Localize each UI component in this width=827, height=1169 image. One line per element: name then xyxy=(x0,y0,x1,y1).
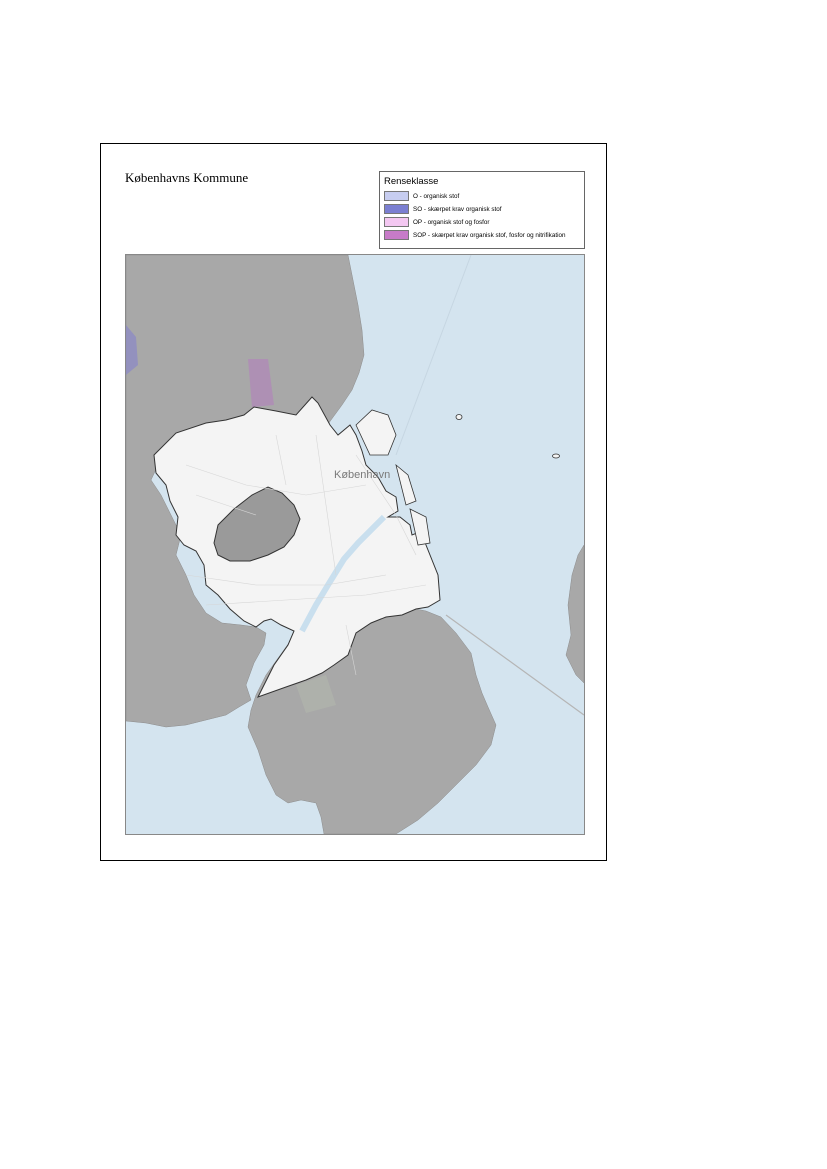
legend-label-op: OP - organisk stof og fosfor xyxy=(413,218,490,226)
map-svg: København xyxy=(126,255,584,834)
legend-swatch-op xyxy=(384,217,409,227)
legend-label-sop: SOP - skærpet krav organisk stof, fosfor… xyxy=(413,231,566,239)
legend-item-sop: SOP - skærpet krav organisk stof, fosfor… xyxy=(384,229,565,241)
legend-item-so: SO - skærpet krav organisk stof xyxy=(384,203,502,215)
map-canvas[interactable]: København xyxy=(125,254,585,835)
city-label: København xyxy=(334,469,390,481)
legend: Renseklasse O - organisk stof SO - skærp… xyxy=(379,171,585,249)
legend-label-o: O - organisk stof xyxy=(413,192,460,200)
legend-label-so: SO - skærpet krav organisk stof xyxy=(413,205,502,213)
legend-swatch-sop xyxy=(384,230,409,240)
legend-title: Renseklasse xyxy=(384,176,439,187)
legend-swatch-o xyxy=(384,191,409,201)
island-north xyxy=(455,414,463,420)
legend-swatch-so xyxy=(384,204,409,214)
map-title: Københavns Kommune xyxy=(125,170,249,185)
island-east xyxy=(552,453,560,459)
map-frame: Københavns Kommune Renseklasse O - organ… xyxy=(100,143,607,861)
legend-item-op: OP - organisk stof og fosfor xyxy=(384,216,490,228)
legend-item-o: O - organisk stof xyxy=(384,190,459,202)
